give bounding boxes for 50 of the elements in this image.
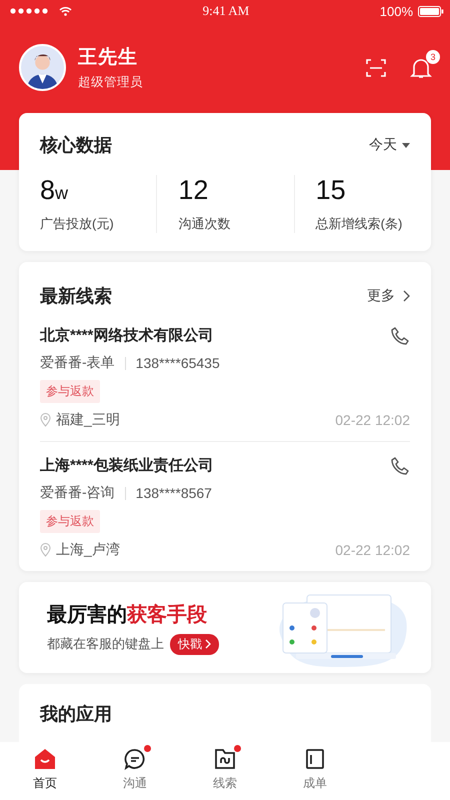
tab[interactable]: 线索 — [180, 748, 270, 800]
battery-icon — [418, 6, 444, 16]
user-name: 王先生 — [78, 46, 139, 70]
avatar — [19, 44, 66, 91]
lead-location: 上海_卢湾 — [56, 541, 120, 559]
chevron-right-icon — [403, 290, 410, 302]
tab[interactable]: 沟通 — [90, 748, 180, 800]
period-dropdown[interactable]: 今天 — [369, 136, 410, 154]
phone-icon[interactable] — [390, 326, 410, 346]
tab[interactable]: 首页 — [0, 748, 90, 800]
user-role: 超级管理员 — [78, 74, 144, 91]
folder-icon — [214, 748, 236, 770]
promo-title: 最厉害的获客手段 — [47, 602, 208, 628]
company-name: 上海****包装纸业责任公司 — [40, 456, 214, 475]
stat-label: 沟通次数 — [178, 215, 232, 233]
stat-label: 总新增线索(条) — [316, 215, 404, 233]
stat-value: 15 — [316, 175, 347, 206]
chat-icon — [124, 748, 146, 770]
chevron-right-icon — [205, 639, 211, 649]
location-icon — [40, 413, 51, 427]
company-name: 北京****网络技术有限公司 — [40, 326, 214, 345]
lead-time: 02-22 12:02 — [335, 542, 410, 558]
caret-icon — [402, 142, 410, 148]
wifi-icon — [59, 6, 72, 16]
lead-source: 爱番番-咨询 — [40, 484, 115, 502]
stat-value: 12 — [178, 175, 210, 206]
location-icon — [40, 543, 51, 557]
phone-number: 138****8567 — [136, 485, 212, 501]
promo-button[interactable]: 快戳 — [170, 634, 219, 654]
phone-icon[interactable] — [390, 456, 410, 476]
tab[interactable]: 成单 — [270, 748, 360, 800]
promo-subtitle: 都藏在客服的键盘上 — [47, 635, 164, 653]
card-title: 我的应用 — [40, 704, 112, 724]
stat-value: 8w — [40, 175, 70, 206]
more-link[interactable]: 更多 — [367, 287, 410, 305]
card-title: 最新线索 — [40, 285, 112, 308]
lead-tag: 参与返款 — [40, 380, 100, 403]
lead-location: 福建_三明 — [56, 411, 120, 429]
battery-level: 100% — [380, 4, 413, 18]
scan-icon[interactable] — [366, 58, 386, 76]
home-icon — [33, 748, 57, 770]
lead-time: 02-22 12:02 — [335, 412, 410, 428]
notification-count: 3 — [426, 50, 440, 64]
stat-label: 广告投放(元) — [40, 215, 115, 233]
lead-tag: 参与返款 — [40, 510, 100, 533]
phone-number: 138****65435 — [136, 355, 220, 371]
status-time: 9:41 AM — [202, 3, 250, 18]
card-title: 核心数据 — [40, 134, 112, 157]
lead-source: 爱番番-表单 — [40, 354, 115, 372]
document-icon — [304, 748, 326, 770]
